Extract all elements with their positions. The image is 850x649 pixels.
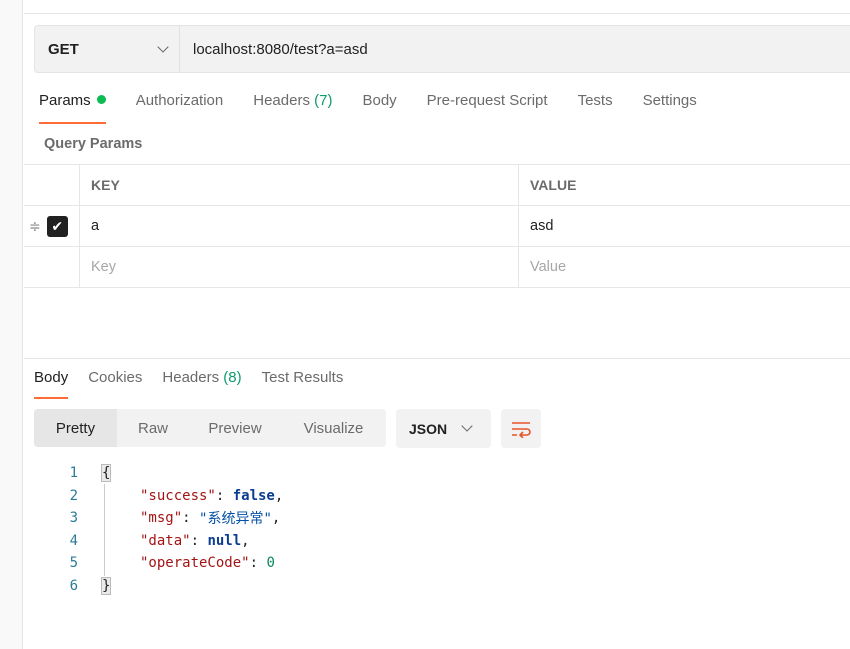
tab-tests[interactable]: Tests — [578, 92, 613, 124]
tab-response-headers[interactable]: Headers (8) — [162, 369, 241, 399]
headers-count: (8) — [223, 369, 242, 386]
table-row-new: Key Value — [24, 247, 850, 288]
url-input[interactable]: localhost:8080/test?a=asd — [180, 41, 368, 58]
key-input[interactable]: Key — [80, 247, 519, 287]
tab-label: Headers — [253, 92, 310, 109]
request-tabs: Params Authorization Headers (7) Body Pr… — [39, 92, 727, 124]
response-body: 1{ 2 "success": false, 3 "msg": "系统异常", 4 "… — [50, 462, 283, 597]
tab-test-results[interactable]: Test Results — [262, 369, 344, 399]
code-line: 5 "operateCode": 0 — [69, 555, 275, 572]
tab-body[interactable]: Body — [362, 92, 396, 124]
raw-button[interactable]: Raw — [117, 409, 189, 447]
tab-headers[interactable]: Headers (7) — [253, 92, 332, 124]
value-input[interactable]: Value — [519, 247, 850, 287]
tab-settings[interactable]: Settings — [643, 92, 697, 124]
key-cell[interactable]: a — [80, 206, 519, 246]
table-row: ≑ ✔ a asd — [24, 206, 850, 247]
tab-authorization[interactable]: Authorization — [136, 92, 224, 124]
code-line: 3 "msg": "系统异常", — [69, 510, 281, 528]
key-header: KEY — [80, 165, 519, 205]
row-checkbox[interactable]: ✔ — [46, 215, 68, 237]
url-bar: GET localhost:8080/test?a=asd — [34, 25, 850, 73]
view-mode-toggle: Pretty Raw Preview Visualize — [34, 409, 386, 447]
chevron-down-icon — [157, 40, 169, 53]
headers-count: (7) — [314, 92, 333, 109]
drag-handle-icon[interactable]: ≑ — [29, 218, 41, 235]
response-tabs: Body Cookies Headers (8) Test Results — [34, 369, 363, 399]
code-line: 1{ — [69, 464, 112, 483]
chevron-down-icon — [461, 420, 473, 432]
tab-cookies[interactable]: Cookies — [88, 369, 142, 399]
wrap-icon — [512, 421, 531, 438]
code-line: 6} — [69, 576, 112, 595]
preview-button[interactable]: Preview — [189, 409, 281, 447]
pretty-button[interactable]: Pretty — [34, 409, 117, 447]
tab-pre-request-script[interactable]: Pre-request Script — [427, 92, 548, 124]
method-label: GET — [48, 40, 79, 58]
tab-label: Params — [39, 92, 91, 109]
query-params-title: Query Params — [44, 136, 143, 152]
params-table: KEY VALUE ≑ ✔ a asd Key Value — [24, 164, 850, 288]
wrap-lines-button[interactable] — [501, 409, 541, 448]
value-header: VALUE — [530, 177, 577, 193]
value-cell[interactable]: asd — [519, 206, 850, 246]
response-divider — [24, 358, 850, 359]
table-header: KEY VALUE — [24, 165, 850, 206]
code-line: 4 "data": null, — [69, 532, 250, 549]
tab-label: Headers — [162, 369, 220, 386]
visualize-button[interactable]: Visualize — [281, 409, 386, 447]
top-strip — [24, 0, 850, 14]
active-dot-icon — [96, 95, 106, 104]
code-line: 2 "success": false, — [69, 487, 284, 504]
tab-params[interactable]: Params — [39, 92, 106, 124]
method-select[interactable]: GET — [35, 26, 180, 72]
left-gutter — [0, 0, 23, 649]
format-label: JSON — [409, 420, 448, 437]
format-select[interactable]: JSON — [396, 409, 491, 448]
tab-response-body[interactable]: Body — [34, 369, 69, 399]
